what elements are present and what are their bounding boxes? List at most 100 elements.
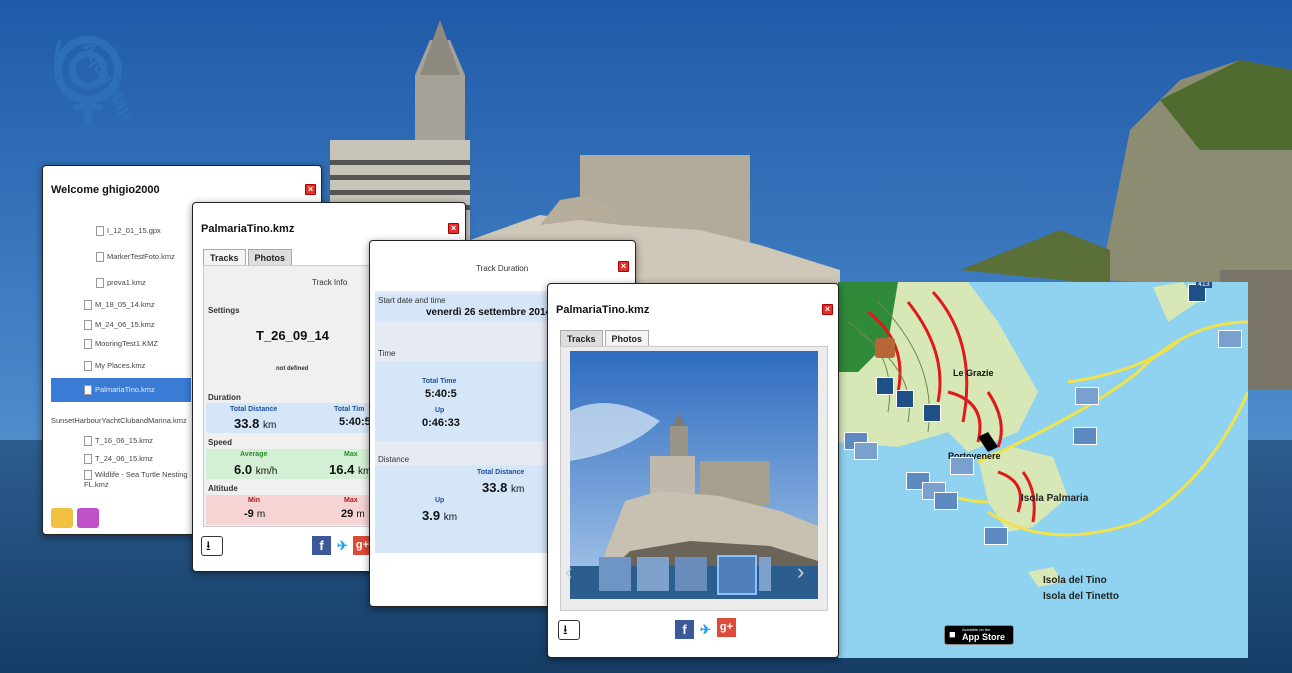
photo-marker-icon[interactable]	[1075, 387, 1099, 405]
file-item[interactable]: T_24_06_15.kmz	[84, 454, 153, 465]
add-place-button[interactable]	[77, 508, 99, 528]
max-altitude-label: Max	[344, 497, 358, 504]
prev-arrow-icon[interactable]: ‹	[565, 559, 572, 585]
file-icon	[84, 339, 92, 350]
tab-tracks[interactable]: Tracks	[560, 330, 603, 347]
file-item[interactable]: M_18_05_14.kmz	[84, 300, 155, 311]
thumbnail[interactable]	[675, 557, 707, 591]
file-tree[interactable]: I_12_01_15.gpx MarkerTestFoto.kmz prova1…	[51, 198, 201, 498]
track-window-title: PalmariaTino.kmz	[201, 223, 295, 235]
not-defined-text: not defined	[276, 366, 309, 372]
download-button[interactable]	[201, 536, 223, 559]
poi-marker-icon[interactable]	[876, 377, 894, 395]
time-band	[375, 361, 575, 441]
file-icon	[84, 454, 92, 465]
start-date-label: Start date and time	[378, 296, 446, 305]
min-altitude-value: -9 m	[244, 508, 266, 520]
photo-marker-icon[interactable]	[934, 492, 958, 510]
total-distance-label: Total Distance	[230, 406, 278, 413]
add-folder-button[interactable]	[51, 508, 73, 528]
thumbnail[interactable]	[637, 557, 669, 591]
file-icon	[84, 320, 92, 331]
average-speed-value: 6.0 km/h	[234, 462, 278, 477]
total-time-label: Total Tim	[334, 406, 365, 413]
file-icon	[84, 361, 92, 372]
apple-icon: ■	[949, 629, 956, 641]
max-speed-label: Max	[344, 451, 358, 458]
start-date-value: venerdì 26 settembre 2014	[426, 307, 552, 318]
facebook-icon[interactable]: f	[675, 620, 694, 639]
photo-marker-icon[interactable]	[1218, 330, 1242, 348]
file-item[interactable]: MarkerTestFoto.kmz	[96, 252, 175, 263]
file-item-selected[interactable]: PalmariaTino.kmz	[84, 385, 155, 396]
next-arrow-icon[interactable]: ›	[797, 559, 804, 585]
facebook-icon[interactable]: f	[312, 536, 331, 555]
google-plus-icon[interactable]: g+	[717, 618, 736, 637]
time-label: Time	[378, 349, 396, 358]
map-label-le-grazie: Le Grazie	[953, 368, 994, 378]
file-item[interactable]: prova1.kmz	[96, 278, 146, 289]
close-icon[interactable]	[822, 304, 833, 315]
poi-marker-icon[interactable]	[923, 404, 941, 422]
speed-label: Speed	[208, 438, 233, 447]
map-label-isola-del-tinetto: Isola del Tinetto	[1043, 591, 1119, 602]
file-item[interactable]: My Places.kmz	[84, 361, 145, 372]
average-speed-label: Average	[240, 451, 268, 458]
up-distance-value: 3.9 km	[422, 508, 458, 523]
total-time-value: 5:40:5	[425, 388, 457, 400]
poi-marker-icon[interactable]	[896, 390, 914, 408]
file-item[interactable]: Wildlife - Sea Turtle Nesting FL.kmz	[84, 470, 194, 490]
twitter-icon[interactable]: ✈	[696, 620, 715, 639]
total-distance-value: 33.8 km	[482, 480, 525, 495]
thumbnail[interactable]	[759, 557, 771, 591]
duration-window-title: Track Duration	[476, 264, 529, 273]
total-time-label: Total Time	[422, 378, 457, 385]
app-store-badge[interactable]: ■ Available on the App Store	[944, 625, 1014, 645]
thumbnail-selected[interactable]	[717, 555, 757, 595]
max-speed-value: 16.4 km	[329, 462, 372, 477]
file-icon	[84, 436, 92, 447]
distance-band	[375, 465, 575, 553]
map-badge: 413	[1196, 282, 1212, 288]
file-item[interactable]: T_16_06_15.kmz	[84, 436, 153, 447]
up-time-value: 0:46:33	[422, 417, 460, 429]
welcome-window-title: Welcome ghigio2000	[51, 184, 160, 196]
file-icon	[96, 226, 104, 237]
up-distance-label: Up	[435, 497, 445, 504]
picnic-marker-icon[interactable]	[875, 338, 895, 358]
tab-photos[interactable]: Photos	[604, 330, 650, 347]
thumbnail[interactable]	[599, 557, 631, 591]
track-name: T_26_09_14	[256, 328, 330, 343]
duration-label: Duration	[208, 393, 241, 402]
file-icon	[84, 300, 92, 311]
max-altitude-value: 29 m	[341, 508, 365, 520]
file-item[interactable]: I_12_01_15.gpx	[96, 226, 161, 237]
photo-marker-icon[interactable]	[1073, 427, 1097, 445]
total-time-value: 5:40:5	[339, 416, 371, 428]
settings-label: Settings	[208, 306, 240, 315]
file-item[interactable]: SunsetHarbourYachtClubandMarina.kmz	[51, 416, 191, 425]
aqua-map-logo: Aqua Map	[40, 10, 150, 125]
tab-tracks[interactable]: Tracks	[203, 249, 246, 266]
file-icon	[96, 278, 104, 289]
tab-photos[interactable]: Photos	[247, 249, 293, 266]
photo-marker-icon[interactable]	[854, 442, 878, 460]
file-item[interactable]: MooringTest1.KMZ	[84, 339, 158, 350]
photos-window: PalmariaTino.kmz Tracks Photos ‹ ›	[547, 283, 839, 658]
close-icon[interactable]	[305, 184, 316, 195]
up-time-label: Up	[435, 407, 445, 414]
app-store-text: App Store	[962, 632, 1006, 642]
close-icon[interactable]	[618, 261, 629, 272]
file-item[interactable]: M_24_06_15.kmz	[84, 320, 155, 331]
twitter-icon[interactable]: ✈	[333, 536, 352, 555]
photo-marker-icon[interactable]	[984, 527, 1008, 545]
altitude-label: Altitude	[208, 484, 238, 493]
download-button[interactable]	[558, 620, 580, 643]
track-info-label: Track Info	[312, 278, 348, 287]
photo-marker-icon[interactable]	[950, 457, 974, 475]
photo-viewer-panel: ‹ ›	[560, 346, 828, 611]
close-icon[interactable]	[448, 223, 459, 234]
min-altitude-label: Min	[248, 497, 261, 504]
map-panel[interactable]: Le Grazie Portovenere Isola Palmaria Iso…	[838, 282, 1248, 658]
file-icon	[84, 385, 92, 396]
